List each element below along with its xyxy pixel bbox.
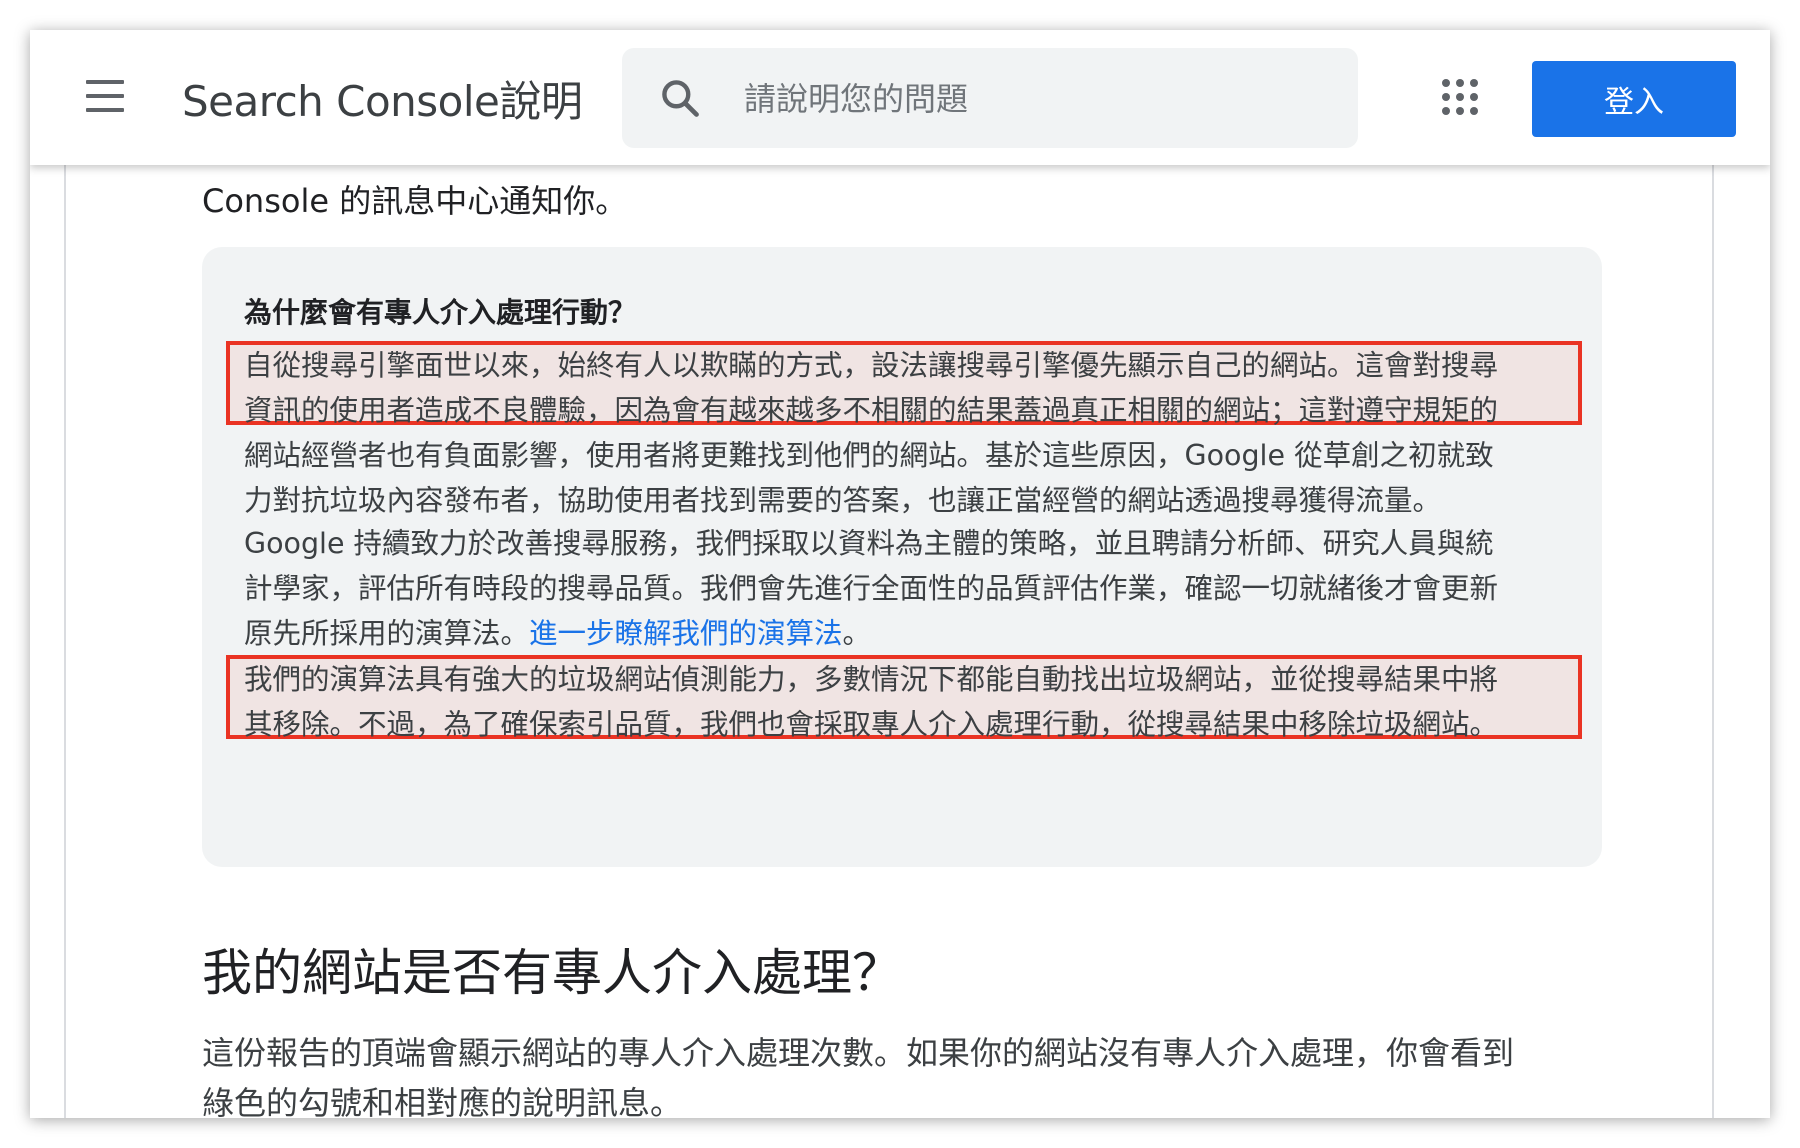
section-body-line: 這份報告的頂端會顯示網站的專人介入處理次數。如果你的網站沒有專人介入處理，你會看…: [202, 1034, 1515, 1072]
section-body-line: 綠色的勾號和相對應的說明訊息。: [202, 1084, 683, 1118]
intro-text: Console 的訊息中心通知你。: [202, 182, 628, 220]
browser-window: Search Console說明 登入 Console 的訊息中心通知你。 為什…: [30, 30, 1770, 1118]
paragraph-2-text: 原先所採用的演算法。: [244, 617, 530, 650]
paragraph-3-line: 其移除。不過，為了確保索引品質，我們也會採取專人介入處理行動，從搜尋結果中移除垃…: [244, 708, 1499, 741]
search-bar[interactable]: [622, 48, 1358, 148]
paragraph-3: 我們的演算法具有強大的垃圾網站偵測能力，多數情況下都能自動找出垃圾網站，並從搜尋…: [244, 657, 1584, 747]
app-title[interactable]: Search Console說明: [182, 68, 583, 129]
paragraph-2-line: 原先所採用的演算法。進一步瞭解我們的演算法。: [244, 611, 1584, 656]
paragraph-2-line: Google 持續致力於改善搜尋服務，我們採取以資料為主體的策略，並且聘請分析師…: [244, 527, 1494, 560]
section-body: 這份報告的頂端會顯示網站的專人介入處理次數。如果你的網站沒有專人介入處理，你會看…: [202, 1028, 1642, 1118]
paragraph-1-line: 資訊的使用者造成不良體驗，因為會有越來越多不相關的結果蓋過真正相關的網站；這對遵…: [244, 394, 1499, 427]
callout-box: 為什麼會有專人介入處理行動？ 自從搜尋引擎面世以來，始終有人以欺瞞的方式，設法讓…: [202, 247, 1602, 867]
paragraph-1: 自從搜尋引擎面世以來，始終有人以欺瞞的方式，設法讓搜尋引擎優先顯示自己的網站。這…: [244, 343, 1584, 523]
signin-button[interactable]: 登入: [1532, 61, 1736, 137]
search-icon[interactable]: [658, 76, 702, 120]
paragraph-2: Google 持續致力於改善搜尋服務，我們採取以資料為主體的策略，並且聘請分析師…: [244, 521, 1584, 656]
callout-title: 為什麼會有專人介入處理行動？: [244, 296, 637, 329]
paragraph-2-line: 計學家，評估所有時段的搜尋品質。我們會先進行全面性的品質評估作業，確認一切就緒後…: [244, 572, 1499, 605]
algorithm-link[interactable]: 進一步瞭解我們的演算法: [529, 617, 843, 650]
paragraph-1-line: 力對抗垃圾內容發布者，協助使用者找到需要的答案，也讓正當經營的網站透過搜尋獲得流…: [244, 484, 1442, 517]
top-app-bar: Search Console說明 登入: [30, 30, 1770, 165]
paragraph-1-line: 自從搜尋引擎面世以來，始終有人以欺瞞的方式，設法讓搜尋引擎優先顯示自己的網站。這…: [244, 349, 1499, 382]
paragraph-3-line: 我們的演算法具有強大的垃圾網站偵測能力，多數情況下都能自動找出垃圾網站，並從搜尋…: [244, 663, 1499, 696]
paragraph-2-text: 。: [842, 617, 872, 650]
apps-grid-icon[interactable]: [1442, 79, 1478, 115]
section-heading: 我的網站是否有專人介入處理？: [202, 944, 902, 1002]
paragraph-1-line: 網站經營者也有負面影響，使用者將更難找到他們的網站。基於這些原因，Google …: [244, 439, 1494, 472]
search-input[interactable]: [742, 74, 1326, 124]
menu-icon[interactable]: [82, 76, 128, 116]
